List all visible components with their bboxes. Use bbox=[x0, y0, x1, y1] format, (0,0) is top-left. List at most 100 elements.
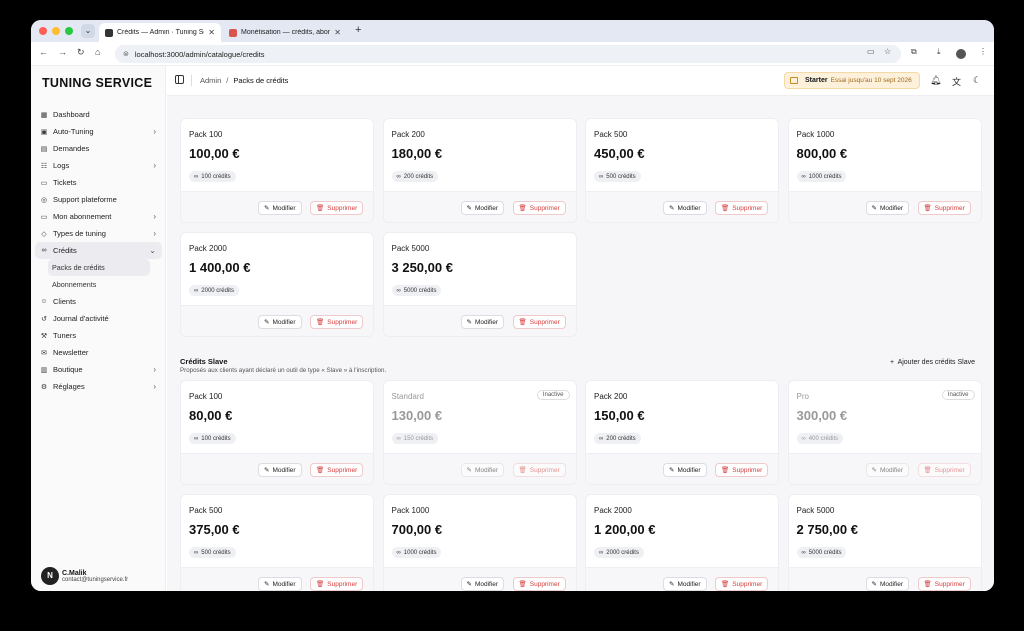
edit-button[interactable]: ✎ Modifier bbox=[865, 577, 910, 591]
tab-search-button[interactable]: ⌄ bbox=[81, 24, 95, 38]
new-tab-button[interactable]: + bbox=[355, 24, 361, 36]
sidebar-item-reglages[interactable]: ⚙ Réglages › bbox=[31, 378, 166, 395]
card-actions: ✎ Modifier 🗑︎ Supprimer bbox=[788, 192, 981, 222]
sidebar-item-journal[interactable]: ↺ Journal d'activité bbox=[31, 310, 166, 327]
reload-icon[interactable]: ↻ bbox=[77, 47, 85, 58]
moon-icon[interactable]: ☾ bbox=[973, 75, 981, 86]
trash-icon: 🗑︎ bbox=[316, 467, 325, 474]
sidebar-item-label: Dashboard bbox=[53, 110, 90, 119]
translate-icon[interactable]: 文 bbox=[952, 75, 961, 88]
forward-arrow-icon[interactable]: → bbox=[58, 47, 67, 57]
bell-icon[interactable]: 🔔︎ bbox=[930, 75, 941, 86]
profile-avatar[interactable] bbox=[956, 49, 966, 59]
pack-name: Pro bbox=[796, 392, 809, 401]
download-icon[interactable]: ⤓ bbox=[937, 47, 941, 57]
edit-button[interactable]: ✎ Modifier bbox=[663, 463, 707, 477]
sidebar-item-tickets[interactable]: ▭ Tickets bbox=[31, 174, 166, 191]
edit-button[interactable]: ✎ Modifier bbox=[258, 577, 302, 591]
sidebar-item-demandes[interactable]: ▤ Demandes bbox=[31, 140, 166, 157]
card-body: Pack 1000 800,00 € ∞ 1000 crédits bbox=[788, 119, 981, 192]
sidebar-toggle-icon[interactable] bbox=[175, 75, 184, 84]
edit-button[interactable]: ✎ Modifier bbox=[258, 201, 302, 215]
delete-button[interactable]: 🗑︎ Supprimer bbox=[917, 577, 971, 591]
credit-pack-card: Pack 200 180,00 € ∞ 200 crédits ✎ Modifier 🗑︎ S… bbox=[382, 118, 577, 223]
edit-button[interactable]: ✎ Modifier bbox=[460, 577, 505, 591]
breadcrumb-admin[interactable]: Admin bbox=[200, 76, 221, 85]
delete-button[interactable]: 🗑︎ Supprimer bbox=[310, 201, 364, 215]
sidebar-item-types-tuning[interactable]: ◇ Types de tuning › bbox=[31, 225, 166, 242]
close-tab-icon[interactable]: ✕ bbox=[208, 28, 215, 37]
delete-button[interactable]: 🗑︎ Supprimer bbox=[917, 463, 971, 477]
sidebar-subitem-packs[interactable]: Packs de crédits bbox=[48, 259, 150, 276]
delete-button[interactable]: 🗑︎ Supprimer bbox=[310, 463, 364, 477]
delete-button[interactable]: 🗑︎ Supprimer bbox=[512, 201, 566, 215]
chevron-right-icon: › bbox=[153, 382, 156, 391]
close-window-button[interactable] bbox=[39, 27, 47, 35]
delete-button[interactable]: 🗑︎ Supprimer bbox=[512, 463, 566, 477]
delete-button[interactable]: 🗑︎ Supprimer bbox=[310, 315, 364, 329]
site-info-icon[interactable]: ⊜ bbox=[123, 50, 129, 58]
credits-pill: ∞ 100 crédits bbox=[189, 433, 236, 444]
browser-menu-icon[interactable]: ⋮ bbox=[979, 47, 987, 56]
credit-pack-card: Pack 100 100,00 € ∞ 100 crédits ✎ Modifier 🗑︎ S… bbox=[180, 118, 374, 223]
sidebar-subitem-abonnements[interactable]: Abonnements bbox=[31, 276, 166, 293]
extensions-icon[interactable]: ⧉ bbox=[911, 47, 917, 57]
add-slave-credits-button[interactable]: + Ajouter des crédits Slave bbox=[890, 359, 975, 366]
credit-pack-card: Pack 500 450,00 € ∞ 500 crédits ✎ Modifier 🗑︎ S… bbox=[585, 118, 779, 223]
edit-button[interactable]: ✎ Modifier bbox=[663, 201, 707, 215]
user-menu[interactable]: N C.Malik contact@tuningservice.fr bbox=[41, 567, 128, 585]
sidebar-item-abonnement[interactable]: ▭ Mon abonnement › bbox=[31, 208, 166, 225]
delete-button[interactable]: 🗑︎ Supprimer bbox=[715, 463, 769, 477]
home-icon[interactable]: ⌂ bbox=[95, 47, 100, 57]
pack-price: 150,00 € bbox=[594, 408, 645, 423]
card-actions: ✎ Modifier 🗑︎ Supprimer bbox=[181, 568, 373, 591]
tab-monetisation[interactable]: Monétisation — crédits, abon ✕ bbox=[223, 23, 347, 42]
delete-button[interactable]: 🗑︎ Supprimer bbox=[715, 201, 769, 215]
sidebar-item-label: Support plateforme bbox=[53, 195, 117, 204]
sidebar-item-label: Abonnements bbox=[52, 280, 97, 289]
credits-pill: ∞ 400 crédits bbox=[796, 433, 844, 444]
delete-button[interactable]: 🗑︎ Supprimer bbox=[512, 315, 566, 329]
button-label: Modifier bbox=[272, 466, 296, 474]
tab-credits[interactable]: Crédits — Admin · Tuning Service ✕ bbox=[99, 23, 221, 42]
button-label: Modifier bbox=[677, 204, 701, 212]
delete-button[interactable]: 🗑︎ Supprimer bbox=[715, 577, 769, 591]
edit-button[interactable]: ✎ Modifier bbox=[865, 463, 910, 477]
chevron-right-icon: › bbox=[153, 365, 156, 374]
button-label: Modifier bbox=[879, 204, 904, 212]
sidebar-item-tuners[interactable]: ⚒ Tuners bbox=[31, 327, 166, 344]
card-icon: ▭ bbox=[40, 213, 48, 221]
delete-button[interactable]: 🗑︎ Supprimer bbox=[310, 577, 364, 591]
brand-logo[interactable]: TUNING SERVICE bbox=[42, 76, 152, 90]
close-tab-icon[interactable]: ✕ bbox=[334, 28, 341, 37]
address-bar[interactable]: ⊜ localhost:3000/admin/catalogue/credits bbox=[115, 45, 901, 63]
edit-button[interactable]: ✎ Modifier bbox=[460, 463, 505, 477]
sidebar-item-logs[interactable]: ☷ Logs › bbox=[31, 157, 166, 174]
user-email: contact@tuningservice.fr bbox=[62, 576, 129, 583]
sidebar-item-boutique[interactable]: ▥ Boutique › bbox=[31, 361, 166, 378]
delete-button[interactable]: 🗑︎ Supprimer bbox=[917, 201, 971, 215]
bookmark-star-icon[interactable]: ☆ bbox=[884, 47, 891, 56]
sidebar-item-newsletter[interactable]: ✉ Newsletter bbox=[31, 344, 166, 361]
edit-button[interactable]: ✎ Modifier bbox=[460, 201, 505, 215]
plan-badge[interactable]: Starter Essai jusqu'au 10 sept 2026 bbox=[784, 72, 920, 89]
card-body: Pack 100 80,00 € ∞ 100 crédits bbox=[181, 381, 373, 454]
sidebar-item-dashboard[interactable]: ▦ Dashboard bbox=[31, 106, 166, 123]
edit-button[interactable]: ✎ Modifier bbox=[258, 315, 302, 329]
edit-button[interactable]: ✎ Modifier bbox=[460, 315, 505, 329]
button-label: Supprimer bbox=[529, 318, 560, 326]
sidebar-item-support[interactable]: ◎ Support plateforme bbox=[31, 191, 166, 208]
sidebar-item-credits[interactable]: ∞ Crédits ⌄ bbox=[35, 242, 162, 259]
cast-icon[interactable]: ▭ bbox=[867, 47, 875, 56]
back-arrow-icon[interactable]: ← bbox=[39, 47, 48, 57]
sidebar-item-auto-tuning[interactable]: ▣ Auto-Tuning › bbox=[31, 123, 166, 140]
edit-button[interactable]: ✎ Modifier bbox=[258, 463, 302, 477]
edit-button[interactable]: ✎ Modifier bbox=[663, 577, 707, 591]
maximize-window-button[interactable] bbox=[65, 27, 73, 35]
delete-button[interactable]: 🗑︎ Supprimer bbox=[512, 577, 566, 591]
minimize-window-button[interactable] bbox=[52, 27, 60, 35]
pencil-icon: ✎ bbox=[669, 467, 675, 474]
sidebar-item-clients[interactable]: ☺ Clients bbox=[31, 293, 166, 310]
button-label: Ajouter des crédits Slave bbox=[897, 359, 975, 366]
edit-button[interactable]: ✎ Modifier bbox=[865, 201, 910, 215]
